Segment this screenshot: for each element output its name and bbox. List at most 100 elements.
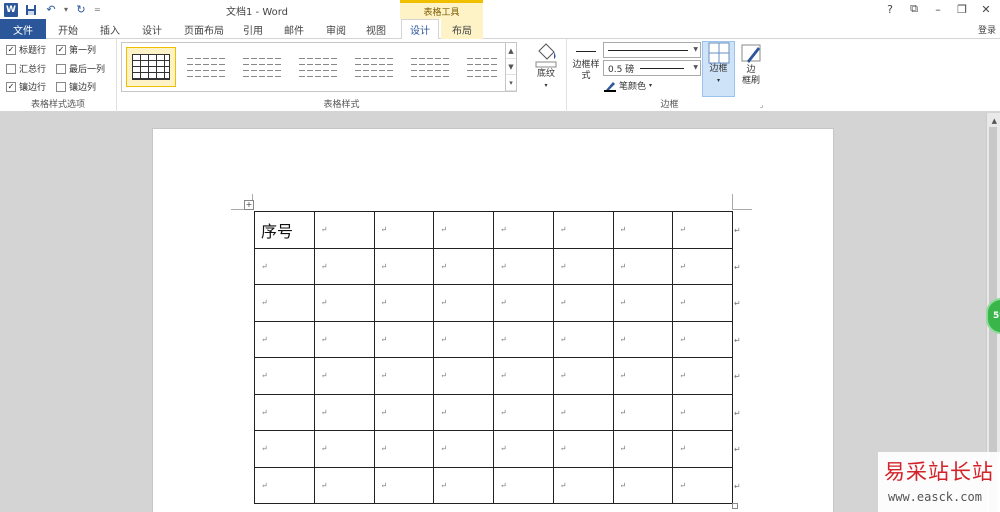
table-cell[interactable]: ↵ bbox=[672, 357, 733, 395]
table-cell[interactable]: ↵ bbox=[433, 393, 494, 431]
table-cell[interactable]: ↵ bbox=[493, 284, 554, 322]
table-cell[interactable]: ↵ bbox=[254, 393, 315, 431]
table-cell[interactable]: ↵ bbox=[552, 320, 614, 358]
table-style-5[interactable] bbox=[350, 47, 400, 87]
table-cell[interactable]: ↵ bbox=[373, 430, 435, 468]
table-cell[interactable]: ↵ bbox=[254, 284, 315, 322]
table-cell[interactable]: ↵ bbox=[672, 430, 733, 468]
undo-dropdown-icon[interactable]: ▾ bbox=[64, 5, 68, 14]
tab-home[interactable]: 开始 bbox=[48, 19, 88, 39]
login-link[interactable]: 登录 bbox=[978, 23, 996, 36]
table-cell[interactable]: ↵ bbox=[313, 284, 375, 322]
tab-page-layout[interactable]: 页面布局 bbox=[176, 19, 232, 39]
borders-button[interactable]: 边框 ▾ bbox=[702, 41, 735, 97]
table-cell[interactable]: ↵ bbox=[433, 357, 494, 395]
table-cell[interactable]: ↵ bbox=[313, 320, 375, 358]
table-cell[interactable]: ↵ bbox=[672, 320, 733, 358]
table-cell[interactable]: ↵ bbox=[552, 357, 614, 395]
table-style-2[interactable] bbox=[182, 47, 232, 87]
tab-design[interactable]: 设计 bbox=[132, 19, 172, 39]
table-cell[interactable]: ↵ bbox=[493, 393, 554, 431]
save-icon[interactable] bbox=[24, 3, 38, 17]
table-cell[interactable]: ↵ bbox=[493, 247, 554, 285]
table-cell[interactable]: ↵ bbox=[313, 247, 375, 285]
table-style-4[interactable] bbox=[294, 47, 344, 87]
pen-color-button[interactable]: 笔颜色 ▾ bbox=[604, 79, 652, 92]
table-move-handle-icon[interactable]: + bbox=[244, 200, 254, 210]
table-cell[interactable]: ↵ bbox=[612, 247, 674, 285]
gallery-more-icon[interactable]: ▾ bbox=[506, 75, 516, 91]
table-cell[interactable]: ↵ bbox=[254, 357, 315, 395]
shading-button[interactable]: 底纹 ▾ bbox=[531, 41, 561, 91]
table-cell[interactable]: ↵ bbox=[313, 430, 375, 468]
help-button[interactable]: ? bbox=[878, 0, 902, 18]
table-cell[interactable]: 序号 bbox=[254, 211, 315, 249]
minimize-button[interactable]: – bbox=[926, 0, 950, 18]
total-row-checkbox[interactable]: 汇总行 bbox=[6, 62, 46, 75]
redo-icon[interactable]: ↻ bbox=[74, 3, 88, 17]
table-cell[interactable]: ↵ bbox=[433, 320, 494, 358]
table-cell[interactable]: ↵ bbox=[373, 284, 435, 322]
checkbox-banded-columns[interactable] bbox=[56, 81, 66, 92]
table-cell[interactable]: ↵ bbox=[373, 357, 435, 395]
table-cell[interactable]: ↵ bbox=[612, 430, 674, 468]
table-cell[interactable]: ↵ bbox=[373, 393, 435, 431]
table-cell[interactable]: ↵ bbox=[612, 466, 674, 504]
table-cell[interactable]: ↵ bbox=[254, 466, 315, 504]
table-cell[interactable]: ↵ bbox=[552, 430, 614, 468]
table-cell[interactable]: ↵ bbox=[552, 393, 614, 431]
tab-references[interactable]: 引用 bbox=[234, 19, 272, 39]
table-cell[interactable]: ↵ bbox=[433, 211, 494, 249]
table-cell[interactable]: ↵ bbox=[313, 357, 375, 395]
checkbox-first-column[interactable]: ✓ bbox=[56, 44, 66, 55]
table-cell[interactable]: ↵ bbox=[552, 466, 614, 504]
table-cell[interactable]: ↵ bbox=[313, 211, 375, 249]
borders-dialog-launcher-icon[interactable]: ⌟ bbox=[760, 101, 763, 109]
table-cell[interactable]: ↵ bbox=[672, 393, 733, 431]
table-cell[interactable]: ↵ bbox=[433, 247, 494, 285]
table-cell[interactable]: ↵ bbox=[433, 430, 494, 468]
table-cell[interactable]: ↵ bbox=[552, 247, 614, 285]
line-weight-select[interactable]: 0.5 磅 ▼ bbox=[603, 60, 701, 76]
table-cell[interactable]: ↵ bbox=[493, 430, 554, 468]
table-style-3[interactable] bbox=[238, 47, 288, 87]
table-cell[interactable]: ↵ bbox=[552, 284, 614, 322]
checkbox-total-row[interactable] bbox=[6, 63, 16, 74]
table-cell[interactable]: ↵ bbox=[433, 466, 494, 504]
table-cell[interactable]: ↵ bbox=[552, 211, 614, 249]
table-cell[interactable]: ↵ bbox=[493, 211, 554, 249]
table-cell[interactable]: ↵ bbox=[672, 247, 733, 285]
tab-mailings[interactable]: 邮件 bbox=[274, 19, 314, 39]
restore-button[interactable]: ❐ bbox=[950, 0, 974, 18]
banded-rows-checkbox[interactable]: ✓ 镶边行 bbox=[6, 80, 46, 93]
table-style-7[interactable] bbox=[462, 47, 504, 87]
border-painter-button[interactable]: 边 框刷 bbox=[737, 41, 765, 87]
header-row-checkbox[interactable]: ✓ 标题行 bbox=[6, 43, 46, 56]
gallery-up-icon[interactable]: ▲ bbox=[506, 43, 516, 59]
table-cell[interactable]: ↵ bbox=[373, 466, 435, 504]
line-style-select[interactable]: ▼ bbox=[603, 42, 701, 58]
table-style-6[interactable] bbox=[406, 47, 456, 87]
table-cell[interactable]: ↵ bbox=[254, 320, 315, 358]
table-cell[interactable]: ↵ bbox=[612, 211, 674, 249]
customize-qat-icon[interactable]: = bbox=[94, 5, 101, 14]
undo-icon[interactable]: ↶ bbox=[44, 3, 58, 17]
table-cell[interactable]: ↵ bbox=[254, 247, 315, 285]
last-column-checkbox[interactable]: 最后一列 bbox=[56, 62, 105, 75]
border-styles-button[interactable]: 边框样 式 bbox=[571, 51, 601, 82]
table-style-grid[interactable] bbox=[126, 47, 176, 87]
table-cell[interactable]: ↵ bbox=[493, 466, 554, 504]
document-table[interactable]: 序号 ↵ ↵ ↵ ↵ ↵ ↵ ↵ ↵ ↵ ↵ ↵ ↵ ↵ ↵ ↵ ↵ ↵ ↵ ↵ ↵ ↵ ↵ ↵ ↵ ↵ ↵ ↵ ↵ ↵ ↵ ↵ ↵ ↵ ↵ ↵ ↵ ↵ ↵… bbox=[254, 211, 733, 504]
tab-insert[interactable]: 插入 bbox=[90, 19, 130, 39]
table-cell[interactable]: ↵ bbox=[672, 466, 733, 504]
table-cell[interactable]: ↵ bbox=[493, 320, 554, 358]
table-cell[interactable]: ↵ bbox=[313, 393, 375, 431]
table-cell[interactable]: ↵ bbox=[373, 211, 435, 249]
table-cell[interactable]: ↵ bbox=[612, 357, 674, 395]
checkbox-banded-rows[interactable]: ✓ bbox=[6, 81, 16, 92]
checkbox-header-row[interactable]: ✓ bbox=[6, 44, 16, 55]
table-resize-handle-icon[interactable] bbox=[732, 503, 738, 509]
table-cell[interactable]: ↵ bbox=[493, 357, 554, 395]
tab-file[interactable]: 文件 bbox=[0, 19, 46, 39]
table-cell[interactable]: ↵ bbox=[672, 284, 733, 322]
